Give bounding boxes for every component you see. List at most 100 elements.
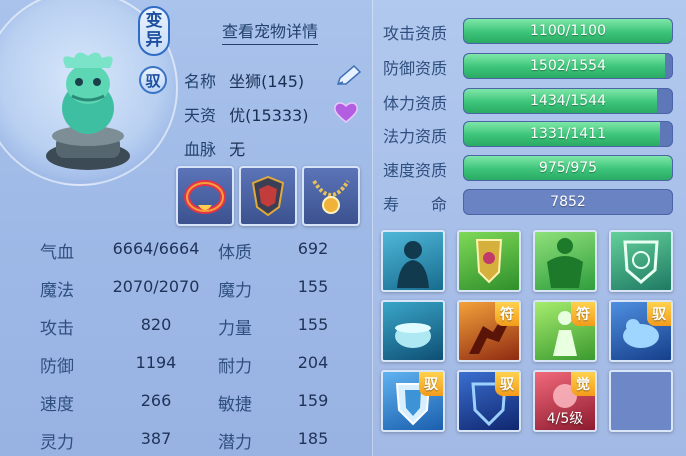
skill-slot[interactable]: 驭 [381, 370, 445, 432]
stat-row: 气血 6664/6664 体质 692 [36, 236, 366, 274]
tame-badge: 驭 [139, 66, 167, 94]
aptitude-label: 寿 命 [383, 195, 448, 214]
stat-value: 155 [297, 277, 329, 296]
stat-row: 攻击 820 力量 155 [36, 312, 366, 350]
skill-slot[interactable] [609, 230, 673, 292]
cauldron-skill-icon [395, 323, 431, 348]
stat-row: 防御 1194 耐力 204 [36, 350, 366, 388]
stat-label: 攻击 [40, 319, 74, 339]
equipment-slot-armor[interactable] [239, 166, 297, 226]
edit-name-icon[interactable] [334, 64, 364, 88]
aptitude-value: 1100/1100 [530, 23, 606, 39]
aptitude-value: 1331/1411 [530, 126, 606, 142]
pet-name-label: 名称 [184, 72, 217, 91]
stat-value: 204 [297, 353, 329, 372]
aptitude-label: 法力资质 [383, 127, 448, 146]
stat-label: 速度 [40, 395, 74, 415]
stat-value: 155 [297, 315, 329, 334]
aptitude-label: 防御资质 [383, 59, 448, 78]
heart-icon[interactable] [333, 100, 359, 124]
skill-tag: 驭 [419, 372, 443, 396]
aptitude-bar: 975/975 [463, 155, 673, 181]
pet-stats-table: 气血 6664/6664 体质 692 魔法 2070/2070 魔力 155 … [36, 236, 366, 456]
stat-value: 387 [140, 429, 172, 448]
stat-row: 速度 266 敏捷 159 [36, 388, 366, 426]
stat-value: 820 [140, 315, 172, 334]
aptitude-label: 攻击资质 [383, 24, 448, 43]
skill-slot[interactable]: 驭 [457, 370, 521, 432]
aptitude-bar: 1100/1100 [463, 18, 673, 44]
shield-emblem-skill-icon [475, 239, 503, 284]
stat-label: 灵力 [40, 433, 74, 453]
green-shield-skill-icon [623, 240, 659, 284]
view-pet-details-link[interactable]: 查看宠物详情 [222, 18, 319, 45]
aptitude-bar: 1434/1544 [463, 88, 673, 114]
skill-slot[interactable]: 符 [457, 300, 521, 362]
stat-value: 266 [140, 391, 172, 410]
stat-label: 防御 [40, 357, 74, 377]
aptitude-row-speed: 速度资质 975/975 [383, 155, 681, 181]
stat-label: 气血 [40, 243, 74, 263]
stat-label: 潜力 [218, 433, 252, 453]
skill-slot[interactable] [533, 230, 597, 292]
skill-tag: 觉 [571, 372, 595, 396]
pet-bloodline-value: 无 [229, 140, 246, 159]
aptitude-value: 1502/1554 [530, 58, 606, 74]
stat-value: 1194 [135, 353, 177, 372]
empty-skill-slot[interactable] [609, 370, 673, 432]
aptitude-row-defense: 防御资质 1502/1554 [383, 53, 681, 79]
stat-value: 185 [297, 429, 329, 448]
stat-label: 敏捷 [218, 395, 252, 415]
stat-label: 魔法 [40, 281, 74, 301]
aptitude-bar: 1502/1554 [463, 53, 673, 79]
pet-lion-figure[interactable] [38, 38, 138, 178]
skill-level: 4/5级 [546, 411, 584, 427]
variant-badge-top: 变 [145, 11, 163, 31]
stat-label: 体质 [218, 243, 252, 263]
armor-icon [251, 175, 285, 217]
skill-slot[interactable]: 驭 [609, 300, 673, 362]
pet-talent-row: 天资 优(15333) [184, 102, 308, 126]
aptitude-row-magic: 法力资质 1331/1411 [383, 121, 681, 147]
pet-talent-label: 天资 [184, 106, 217, 125]
skill-tag: 符 [571, 302, 595, 326]
equipment-slot-necklace[interactable] [302, 166, 360, 226]
skill-slot[interactable] [457, 230, 521, 292]
stat-value: 692 [297, 239, 329, 258]
green-muscle-skill-icon [547, 238, 583, 288]
skill-tag: 驭 [495, 372, 519, 396]
variant-badge: 变 异 [138, 6, 170, 56]
equipment-slot-collar[interactable] [176, 166, 234, 226]
pet-bloodline-label: 血脉 [184, 140, 217, 159]
stat-row: 灵力 387 潜力 185 [36, 426, 366, 456]
pet-name-value: 坐狮(145) [229, 72, 305, 91]
aptitude-bar: 1331/1411 [463, 121, 673, 147]
aptitude-row-stamina: 体力资质 1434/1544 [383, 88, 681, 114]
stat-value: 159 [297, 391, 329, 410]
pet-name-row: 名称 坐狮(145) [184, 68, 304, 92]
pet-talent-value: 优(15333) [229, 106, 309, 125]
lifespan-bar: 7852 [463, 189, 673, 215]
aptitude-row-lifespan: 寿 命 7852 [383, 189, 681, 215]
tame-badge-label: 驭 [145, 71, 161, 90]
skill-slot[interactable] [381, 230, 445, 292]
collar-icon [184, 180, 226, 214]
stat-value: 2070/2070 [112, 277, 200, 296]
skill-slot[interactable]: 觉 4/5级 [533, 370, 597, 432]
lifespan-value: 7852 [550, 194, 586, 210]
skill-tag: 驭 [647, 302, 671, 326]
aptitude-value: 975/975 [538, 160, 598, 176]
aptitude-skill-panel: 攻击资质 1100/1100 防御资质 1502/1554 体力资质 1434/… [372, 0, 686, 456]
pet-info-panel: 变 异 驭 查看宠物详情 名称 坐狮(145) 天资 优(15333) 血脉 无 [0, 0, 370, 456]
aptitude-value: 1434/1544 [530, 93, 606, 109]
stat-label: 魔力 [218, 281, 252, 301]
stat-label: 力量 [218, 319, 252, 339]
stat-row: 魔法 2070/2070 魔力 155 [36, 274, 366, 312]
skill-slot[interactable]: 符 [533, 300, 597, 362]
stat-value: 6664/6664 [112, 239, 200, 258]
necklace-icon [312, 179, 350, 214]
skill-slot[interactable] [381, 300, 445, 362]
variant-badge-bottom: 异 [145, 30, 163, 50]
pet-bloodline-row: 血脉 无 [184, 136, 245, 160]
stat-label: 耐力 [218, 357, 252, 377]
